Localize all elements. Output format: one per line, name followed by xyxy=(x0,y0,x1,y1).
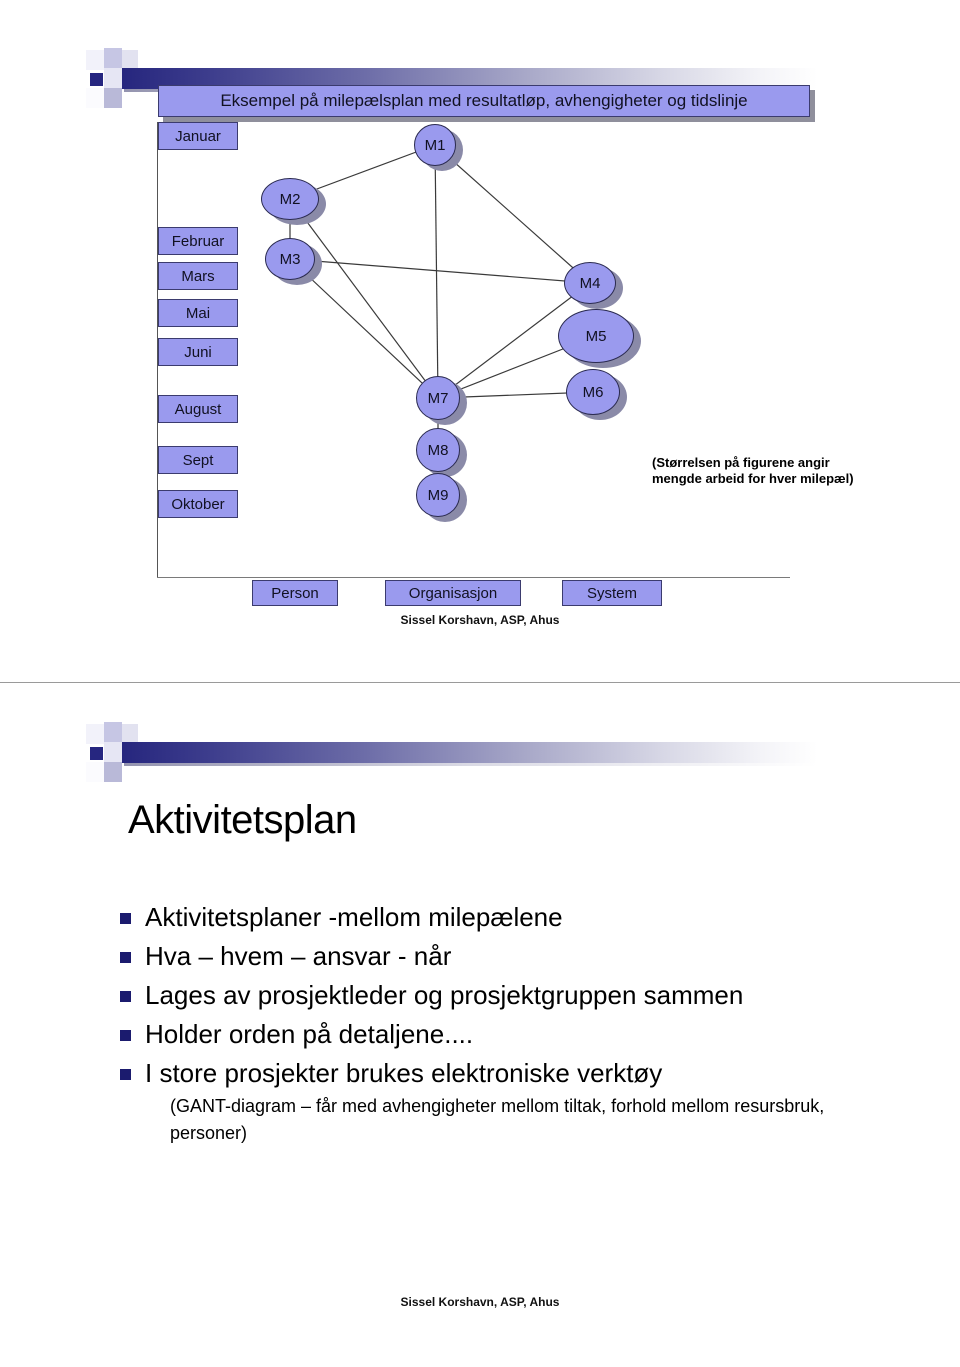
month-label-mars: Mars xyxy=(158,262,238,290)
milestone-node-m6: M6 xyxy=(566,369,620,415)
milestone-node-m7: M7 xyxy=(416,376,460,420)
edge-m3-m4 xyxy=(289,258,591,284)
month-label-text: Juni xyxy=(184,343,212,361)
size-annotation: (Størrelsen på figurene angir mengde arb… xyxy=(652,455,854,487)
bullet-item: I store prosjekter brukes elektroniske v… xyxy=(120,1056,860,1147)
milestone-node-m5: M5 xyxy=(558,309,634,363)
milestone-node-label: M3 xyxy=(279,250,301,268)
month-label-text: Januar xyxy=(175,127,221,145)
month-label-text: Sept xyxy=(182,451,214,469)
header-gradient-bar-shadow-2 xyxy=(124,763,818,766)
legend-item-person: Person xyxy=(252,580,338,606)
month-label-juni: Juni xyxy=(158,338,238,366)
bullet-square-icon xyxy=(120,991,131,1003)
bullet-subtext: (GANT-diagram – får med avhengigheter me… xyxy=(170,1096,825,1144)
milestone-node-m4: M4 xyxy=(564,262,616,304)
legend-item-label: Organisasjon xyxy=(408,584,498,602)
month-label-text: Februar xyxy=(171,232,225,250)
month-label-text: Mai xyxy=(185,304,211,322)
milestone-node-m9: M9 xyxy=(416,473,460,517)
milestone-node-label: M4 xyxy=(579,274,601,292)
legend-item-system: System xyxy=(562,580,662,606)
month-label-text: Oktober xyxy=(171,495,225,513)
month-label-mai: Mai xyxy=(158,299,238,327)
bullet-item: Hva – hvem – ansvar - når xyxy=(120,939,860,974)
edge-m1-m4 xyxy=(434,144,591,284)
milestone-node-label: M2 xyxy=(279,190,301,208)
legend-item-label: Person xyxy=(271,584,319,602)
month-label-text: Mars xyxy=(181,267,215,285)
milestone-node-m1: M1 xyxy=(414,124,456,166)
slide-title: Eksempel på milepælsplan med resultatløp… xyxy=(158,85,810,117)
milestone-node-label: M6 xyxy=(582,383,604,401)
legend-item-label: System xyxy=(586,584,637,602)
timeline-horizontal-axis xyxy=(157,577,790,578)
header-gradient-bar-2 xyxy=(122,742,818,763)
slide2-footer-credit: Sissel Korshavn, ASP, Ahus xyxy=(400,1295,560,1309)
month-label-august: August xyxy=(158,395,238,423)
month-label-februar: Februar xyxy=(158,227,238,255)
month-label-oktober: Oktober xyxy=(158,490,238,518)
bullet-text: I store prosjekter brukes elektroniske v… xyxy=(145,1058,663,1089)
month-label-januar: Januar xyxy=(158,122,238,150)
month-label-text: August xyxy=(174,400,222,418)
legend-item-organisasjon: Organisasjon xyxy=(385,580,521,606)
bullet-item: Holder orden på detaljene.... xyxy=(120,1017,860,1052)
slide2-page-title: Aktivitetsplan xyxy=(128,798,357,842)
milestone-node-label: M8 xyxy=(427,441,449,459)
milestone-node-label: M9 xyxy=(427,486,449,504)
milestone-node-m8: M8 xyxy=(416,428,460,472)
milestone-node-label: M1 xyxy=(424,136,446,154)
header-decoration-slide2 xyxy=(78,722,818,784)
bullet-item: Lages av prosjektleder og prosjektgruppe… xyxy=(120,978,860,1013)
milestone-node-label: M7 xyxy=(427,389,449,407)
edge-m2-m7 xyxy=(289,198,439,399)
bullet-square-icon xyxy=(120,1030,131,1042)
bullet-text: Hva – hvem – ansvar - når xyxy=(145,941,452,972)
bullet-square-icon xyxy=(120,952,131,964)
bullet-text: Lages av prosjektleder og prosjektgruppe… xyxy=(145,980,744,1011)
edge-m1-m7 xyxy=(434,144,439,399)
milestone-node-label: M5 xyxy=(585,327,607,345)
bullet-square-icon xyxy=(120,913,131,924)
bullet-item: Aktivitetsplaner -mellom milepælene xyxy=(120,900,860,935)
milestone-node-m2: M2 xyxy=(261,178,319,220)
slide1-footer-credit: Sissel Korshavn, ASP, Ahus xyxy=(400,613,560,627)
slide-milepaelsplan: Eksempel på milepælsplan med resultatløp… xyxy=(0,0,960,682)
bullet-text: Holder orden på detaljene.... xyxy=(145,1019,474,1050)
bullet-square-icon xyxy=(120,1069,131,1081)
milestone-node-m3: M3 xyxy=(265,238,315,280)
bullet-text: Aktivitetsplaner -mellom milepælene xyxy=(145,902,563,932)
bullet-list: Aktivitetsplaner -mellom milepælene Hva –… xyxy=(120,900,860,1151)
month-label-sept: Sept xyxy=(158,446,238,474)
